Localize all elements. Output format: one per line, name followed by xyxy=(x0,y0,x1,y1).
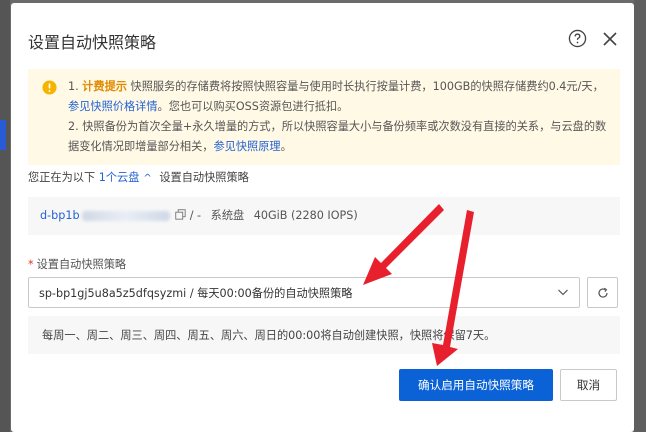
chevron-down-icon xyxy=(558,289,568,296)
notice-suffix-2: 。 xyxy=(280,140,292,153)
billing-notice: 1. 计费提示 快照服务的存储费将按照快照容量与使用时长执行按量计费，100GB… xyxy=(28,69,620,165)
policy-select[interactable]: sp-bp1gj5u8a5z5dfqsyzmi / 每天00:00备份的自动快照… xyxy=(28,277,580,308)
policy-label-text: 设置自动快照策略 xyxy=(36,258,127,271)
notice-text-2: 2. 快照备份为首次全量+永久增量的方式，所以快照容量大小与备份频率或次数没有直… xyxy=(68,120,607,153)
warning-icon xyxy=(42,80,57,95)
disk-separator: / - xyxy=(189,209,202,222)
copy-icon[interactable] xyxy=(175,209,186,220)
snapshot-principle-link[interactable]: 参见快照原理 xyxy=(213,140,280,153)
snapshot-policy-dialog: 设置自动快照策略 1. 计费提示 快照服务的存储费将按照快照容量与使用时长执行按… xyxy=(11,3,634,432)
backdrop-strip xyxy=(0,120,6,150)
disk-type: 系统盘 xyxy=(210,209,245,222)
disk-info-box: d-bp1b / - 系统盘 40GiB (2280 IOPS) xyxy=(28,197,620,235)
refresh-icon xyxy=(598,287,608,298)
notice-line-1: 1. 计费提示 快照服务的存储费将按照快照容量与使用时长执行按量计费，100GB… xyxy=(68,77,610,117)
policy-description: 每周一、周二、周三、周四、周五、周六、周日的00:00将自动创建快照，快照将保留… xyxy=(28,316,620,354)
disk-spec: 40GiB (2280 IOPS) xyxy=(253,209,358,222)
billing-tip-label: 计费提示 xyxy=(82,80,127,93)
backdrop-left xyxy=(0,0,10,432)
target-disk-summary: 您正在为以下 1个云盘 ^ 设置自动快照策略 xyxy=(28,169,249,185)
required-marker: * xyxy=(28,258,34,271)
notice-text-1: 快照服务的存储费将按照快照容量与使用时长执行按量计费，100GB的快照存储费约0… xyxy=(127,80,604,93)
disk-count-link[interactable]: 1个云盘 xyxy=(99,171,140,184)
target-prefix: 您正在为以下 xyxy=(28,171,96,184)
backdrop-right xyxy=(634,0,646,432)
policy-selected-value: sp-bp1gj5u8a5z5dfqsyzmi / 每天00:00备份的自动快照… xyxy=(39,287,353,300)
confirm-enable-button[interactable]: 确认启用自动快照策略 xyxy=(399,369,553,401)
policy-field-label: * 设置自动快照策略 xyxy=(28,256,126,272)
help-icon[interactable] xyxy=(568,29,587,48)
notice-line-2: 2. 快照备份为首次全量+永久增量的方式，所以快照容量大小与备份频率或次数没有直… xyxy=(68,117,610,157)
refresh-button[interactable] xyxy=(587,277,618,308)
chevron-up-icon[interactable]: ^ xyxy=(143,173,151,184)
notice-prefix: 1. xyxy=(68,80,83,93)
dialog-title: 设置自动快照策略 xyxy=(28,33,157,52)
redacted-disk-id xyxy=(81,211,170,221)
target-suffix: 设置自动快照策略 xyxy=(159,171,249,184)
notice-suffix-1: 。您也可以购买OSS资源包进行抵扣。 xyxy=(157,100,349,113)
snapshot-price-link[interactable]: 参见快照价格详情 xyxy=(68,100,158,113)
disk-id[interactable]: d-bp1b xyxy=(40,209,80,222)
close-icon[interactable] xyxy=(602,31,618,47)
cancel-button[interactable]: 取消 xyxy=(560,369,617,401)
